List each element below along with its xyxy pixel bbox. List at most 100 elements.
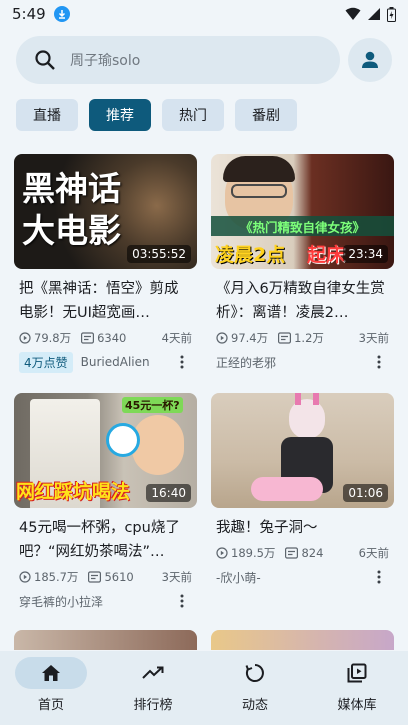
author-name[interactable]: 正经的老邪 [216, 354, 276, 371]
view-count: 189.5万 [231, 546, 276, 560]
more-vert-icon [180, 594, 184, 608]
refresh-icon [245, 664, 264, 682]
more-options-button[interactable] [369, 570, 389, 584]
danmaku-count: 6340 [97, 331, 127, 345]
author-name[interactable]: BuriedAlien [81, 355, 150, 369]
search-icon [35, 50, 55, 70]
more-options-button[interactable] [172, 355, 192, 369]
danmaku-count: 1.2万 [294, 331, 324, 345]
person-icon [362, 51, 378, 68]
danmaku-icon [285, 547, 299, 559]
video-thumbnail-partial[interactable] [211, 630, 394, 650]
more-vert-icon [377, 570, 381, 584]
video-card[interactable]: 《热门精致自律女孩》 凌晨2点 起床 23:34 《月入6万精致自律女生赏析》：… [211, 154, 394, 373]
nav-library[interactable]: 媒体库 [306, 651, 408, 725]
thumbnail-figure [289, 399, 325, 439]
status-time: 5:49 [12, 5, 46, 23]
wifi-icon [345, 7, 361, 20]
chip-hot[interactable]: 热门 [162, 99, 224, 131]
author-row: 4万点赞 BuriedAlien [14, 351, 197, 373]
nav-dynamics-label: 动态 [241, 698, 268, 713]
battery-icon [387, 6, 396, 22]
nav-library-indicator [321, 657, 393, 689]
author-row: -欣小萌- [211, 566, 394, 588]
chip-anime[interactable]: 番剧 [235, 99, 297, 131]
play-count-icon [19, 571, 31, 583]
video-meta: 97.4万 1.2万 3天前 [211, 329, 394, 347]
signal-icon [368, 8, 380, 20]
video-thumbnail[interactable]: 黑神话 大电影 03:55:52 [14, 154, 197, 269]
video-meta: 79.8万 6340 4天前 [14, 329, 197, 347]
author-name[interactable]: -欣小萌- [216, 569, 261, 586]
thumbnail-glasses [231, 184, 287, 198]
download-icon [53, 6, 70, 22]
danmaku-count: 5610 [104, 570, 134, 584]
nav-ranking-indicator [117, 657, 189, 689]
publish-time: 4天前 [161, 331, 192, 345]
category-chips: 直播 推荐 热门 番剧 [16, 99, 297, 131]
thumbnail-caption-top: 45元一杯? [122, 397, 183, 413]
search-bar[interactable]: 周子瑜solo [16, 36, 340, 84]
nav-home-indicator [15, 657, 87, 689]
nav-home[interactable]: 首页 [0, 651, 102, 725]
play-count-icon [216, 547, 228, 559]
nav-dynamics[interactable]: 动态 [204, 651, 306, 725]
nav-library-label: 媒体库 [337, 698, 377, 713]
more-vert-icon [377, 355, 381, 369]
author-row: 穿毛裤的小拉泽 [14, 590, 197, 612]
video-meta: 189.5万 824 6天前 [211, 544, 394, 562]
thumbnail-banner: 《热门精致自律女孩》 [211, 216, 394, 236]
video-duration: 16:40 [146, 484, 191, 502]
publish-time: 6天前 [358, 546, 389, 560]
video-thumbnail[interactable]: 01:06 [211, 393, 394, 508]
video-title: 把《黑神话：悟空》剪成电影！无UI超宽画… [19, 281, 179, 321]
danmaku-icon [278, 332, 292, 344]
video-title: 《月入6万精致自律女生赏析》：离谱！凌晨2… [216, 281, 385, 321]
danmaku-icon [81, 332, 95, 344]
search-placeholder: 周子瑜solo [70, 53, 141, 69]
author-row: 正经的老邪 [211, 351, 394, 373]
view-count: 79.8万 [34, 331, 72, 345]
likes-badge: 4万点赞 [19, 351, 73, 373]
thumbnail-caption: 黑神话 大电影 [22, 169, 121, 250]
thumbnail-face [132, 415, 184, 475]
chip-live[interactable]: 直播 [16, 99, 78, 131]
video-duration: 01:06 [343, 484, 388, 502]
nav-ranking[interactable]: 排行榜 [102, 651, 204, 725]
video-meta: 185.7万 5610 3天前 [14, 568, 197, 586]
thumbnail-caption: 凌晨2点 [215, 244, 286, 266]
thumbnail-skirt [251, 477, 323, 501]
video-duration: 23:34 [343, 245, 388, 263]
thumbnail-hair [223, 156, 295, 182]
video-card[interactable]: 01:06 我趣！兔子洞～ 189.5万 824 6天前 -欣小萌- [211, 393, 394, 588]
view-count: 185.7万 [34, 570, 79, 584]
play-count-icon [19, 332, 31, 344]
danmaku-icon [88, 571, 102, 583]
video-thumbnail-partial[interactable] [14, 630, 197, 650]
play-count-icon [216, 332, 228, 344]
status-icons [345, 6, 396, 22]
nav-dynamics-indicator [219, 657, 291, 689]
video-card[interactable]: 45元一杯? 网红踩坑喝法 16:40 45元喝一杯粥，cpu烧了吧？“网红奶茶… [14, 393, 197, 612]
video-thumbnail[interactable]: 45元一杯? 网红踩坑喝法 16:40 [14, 393, 197, 508]
video-title: 45元喝一杯粥，cpu烧了吧？“网红奶茶喝法”… [19, 520, 180, 560]
account-button[interactable] [348, 38, 392, 82]
bottom-navigation: 首页 排行榜 动态 媒体库 [0, 651, 408, 725]
more-options-button[interactable] [172, 594, 192, 608]
thumbnail-logo [106, 423, 140, 457]
library-icon [347, 663, 367, 683]
thumbnail-caption: 网红踩坑喝法 [16, 481, 131, 503]
home-icon [42, 665, 60, 681]
nav-home-label: 首页 [37, 698, 64, 713]
chip-recommended[interactable]: 推荐 [89, 99, 151, 131]
video-card[interactable]: 黑神话 大电影 03:55:52 把《黑神话：悟空》剪成电影！无UI超宽画… 7… [14, 154, 197, 373]
more-options-button[interactable] [369, 355, 389, 369]
video-thumbnail[interactable]: 《热门精致自律女孩》 凌晨2点 起床 23:34 [211, 154, 394, 269]
video-duration: 03:55:52 [127, 245, 191, 263]
view-count: 97.4万 [231, 331, 269, 345]
publish-time: 3天前 [358, 331, 389, 345]
thumbnail-ears [295, 393, 319, 405]
trending-icon [142, 666, 164, 679]
status-bar: 5:49 [0, 0, 408, 28]
author-name[interactable]: 穿毛裤的小拉泽 [19, 593, 103, 610]
